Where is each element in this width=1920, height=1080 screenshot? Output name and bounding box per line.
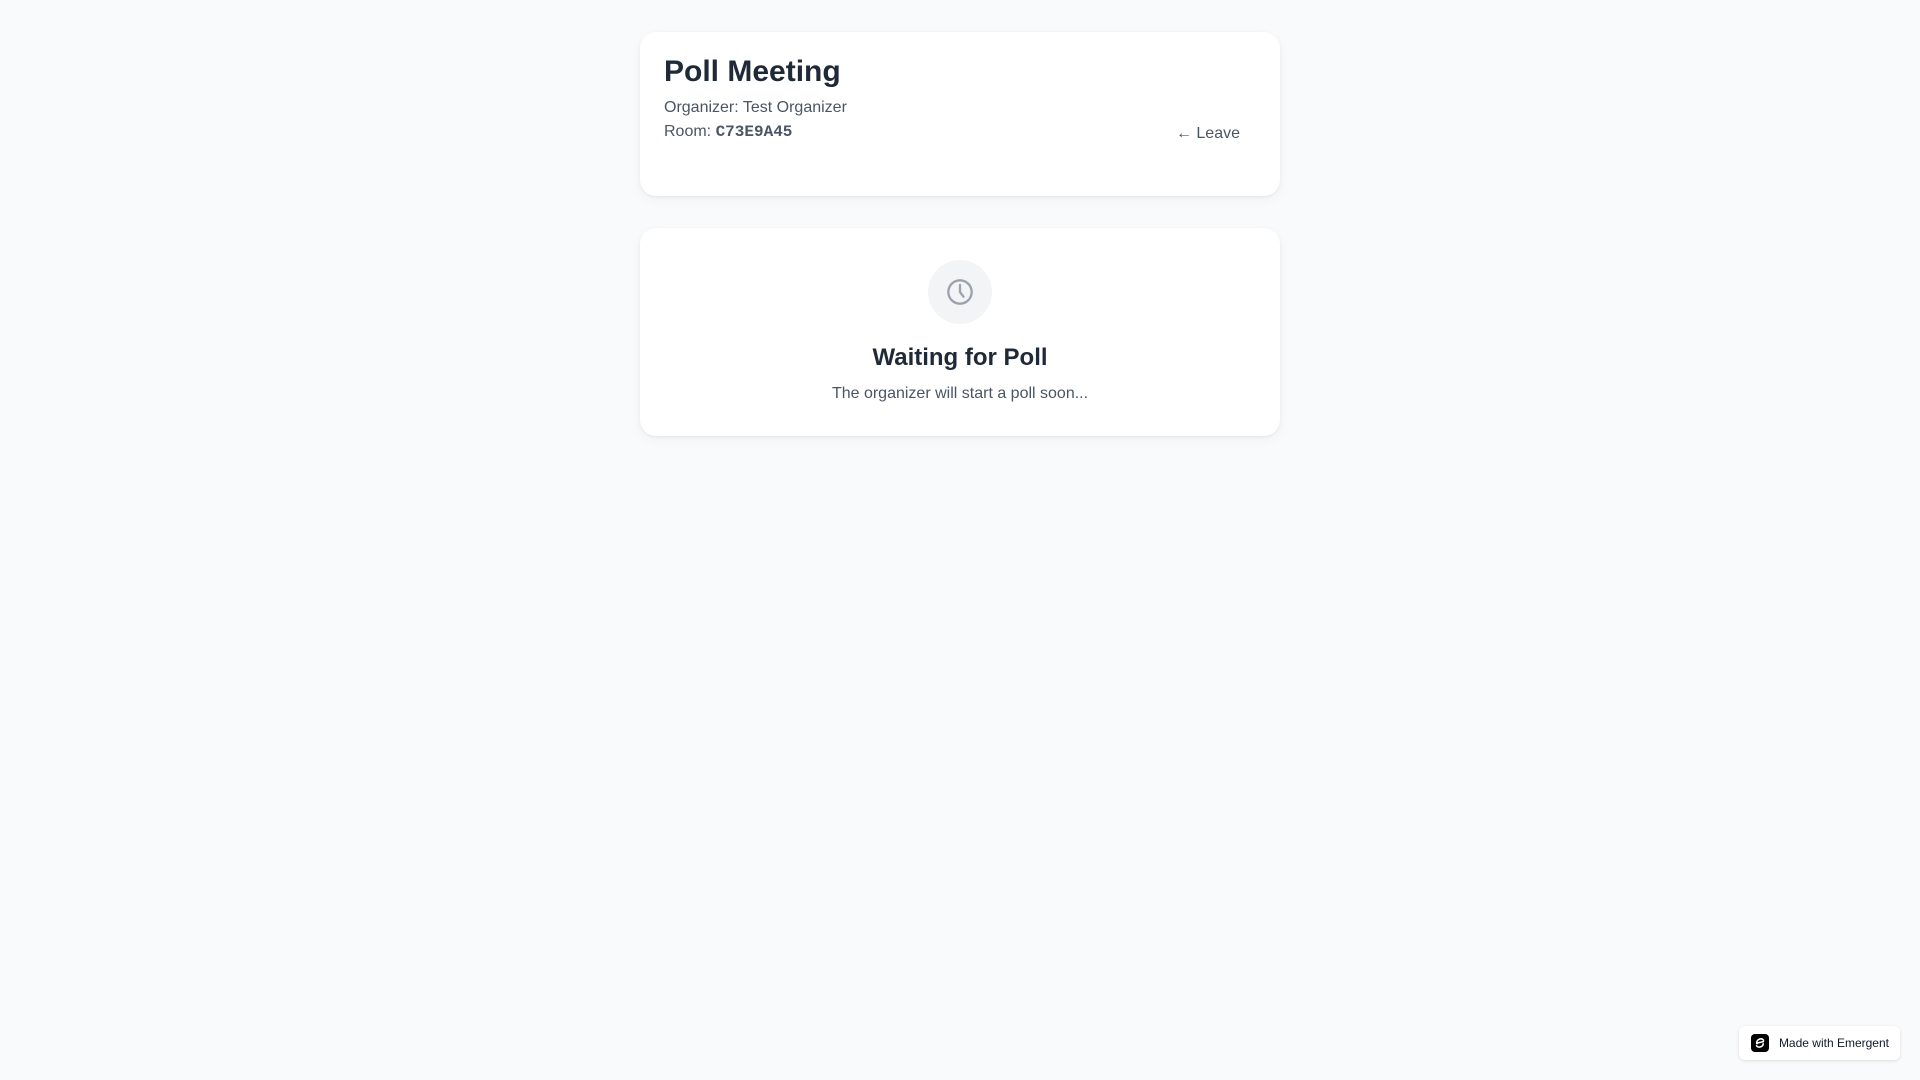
badge-label: Made with Emergent [1778, 1036, 1889, 1050]
clock-icon-container [928, 260, 992, 324]
page: Poll Meeting Organizer: Test Organizer R… [0, 0, 1920, 1080]
main-column: Poll Meeting Organizer: Test Organizer R… [640, 32, 1280, 436]
waiting-subtitle: The organizer will start a poll soon... [831, 385, 1089, 402]
leave-button[interactable]: ← Leave [1160, 120, 1256, 148]
made-with-emergent-badge[interactable]: Made with Emergent [1738, 1026, 1900, 1060]
emergent-logo-icon [1750, 1034, 1769, 1052]
organizer-line: Organizer: Test Organizer [664, 96, 1256, 120]
room-label: Room: [664, 123, 716, 140]
meeting-header-card: Poll Meeting Organizer: Test Organizer R… [640, 32, 1280, 196]
organizer-name: Test Organizer [742, 99, 847, 116]
room-code: C73E9A45 [715, 123, 793, 141]
organizer-label: Organizer: [664, 99, 743, 116]
meeting-title: Poll Meeting [664, 55, 841, 88]
clock-icon [947, 279, 973, 305]
waiting-card: Waiting for Poll The organizer will star… [640, 228, 1280, 436]
waiting-title: Waiting for Poll [872, 344, 1048, 371]
